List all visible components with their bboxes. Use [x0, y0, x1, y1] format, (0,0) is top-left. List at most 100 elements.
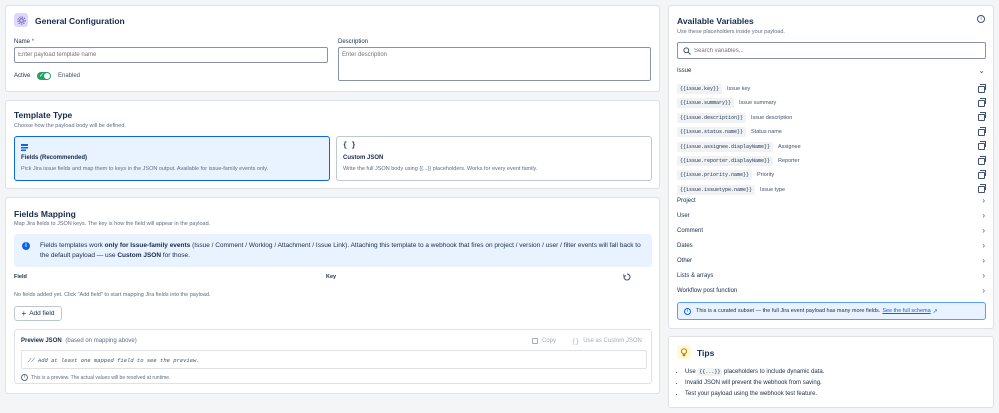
- variable-row: {{issue.assignee.displayName}} Assignee: [677, 141, 986, 153]
- variable-row: {{issue.key}} Issue key: [677, 83, 986, 95]
- active-label: Active: [14, 73, 31, 79]
- fields-mapping-subtitle: Map Jira fields to JSON keys. The key is…: [14, 221, 211, 227]
- variable-group[interactable]: User ›: [677, 209, 985, 222]
- variable-group-label: Workflow post function: [677, 287, 738, 294]
- info-text-1: Fields templates work: [40, 242, 105, 249]
- external-link-icon: ↗: [932, 308, 938, 315]
- info-icon: i: [684, 307, 691, 315]
- group-issue[interactable]: Issue ⌄: [677, 64, 985, 77]
- tip-text-after: placeholders to include dynamic data.: [722, 369, 825, 375]
- variable-label: Issue summary: [739, 100, 777, 107]
- variable-group-label: Dates: [677, 242, 693, 249]
- info-text-2: only for Issue-family events: [104, 242, 191, 249]
- option-fields[interactable]: Fields (Recommended) Pick Jira issue fie…: [14, 136, 330, 181]
- variable-code[interactable]: {{issue.assignee.displayName}}: [677, 141, 774, 152]
- variable-row: {{issue.summary}} Issue summary: [677, 97, 986, 109]
- template-type-title: Template Type: [14, 110, 73, 120]
- preview-panel: Preview JSON (based on mapping above) Co…: [14, 329, 652, 384]
- copy-icon[interactable]: [978, 126, 986, 136]
- copy-label: Copy: [542, 338, 557, 344]
- variable-group[interactable]: Lists & arrays ›: [677, 269, 985, 282]
- toggle-knob: [44, 73, 50, 79]
- variable-code[interactable]: {{issue.status.name}}: [677, 127, 747, 138]
- info-outline-icon: i: [21, 374, 28, 381]
- copy-icon[interactable]: [978, 141, 986, 151]
- preview-subtitle: (based on mapping above): [65, 338, 137, 344]
- variable-group[interactable]: Other ›: [677, 254, 985, 267]
- variable-group-label: Other: [677, 257, 693, 264]
- full-schema-link[interactable]: See the full schema: [882, 308, 930, 314]
- tip-item: Use {{...}} placeholders to include dyna…: [685, 367, 824, 378]
- description-label: Description: [338, 39, 369, 45]
- preview-code-box: // Add at least one mapped field to see …: [21, 350, 647, 369]
- column-header-key: Key: [326, 274, 337, 280]
- variable-label: Issue description: [751, 114, 793, 121]
- copy-icon: [532, 338, 538, 344]
- settings-icon: [14, 13, 28, 27]
- name-label-text: Name: [14, 39, 31, 45]
- copy-icon[interactable]: [978, 184, 986, 194]
- variable-code[interactable]: {{issue.summary}}: [677, 98, 735, 109]
- copy-icon[interactable]: [978, 97, 986, 107]
- preview-title-text: Preview JSON: [21, 338, 62, 344]
- copy-button[interactable]: Copy: [532, 335, 556, 347]
- tip-text: Use: [685, 369, 698, 375]
- variable-code[interactable]: {{issue.key}}: [677, 84, 723, 94]
- variable-label: Issue key: [727, 86, 751, 92]
- option-custom-json-desc: Write the full JSON body using {{...}} p…: [343, 166, 538, 172]
- variables-search[interactable]: [677, 42, 986, 59]
- use-as-custom-json-button[interactable]: {} Use as Custom JSON: [572, 335, 642, 347]
- template-type-card: Template Type Choose how the payload bod…: [5, 100, 660, 189]
- chevron-right-icon: ›: [982, 211, 985, 220]
- copy-icon[interactable]: [978, 112, 986, 122]
- variable-group[interactable]: Project ›: [677, 194, 985, 207]
- list-icon: [21, 144, 28, 151]
- variable-label: Reporter: [778, 158, 800, 164]
- reset-icon[interactable]: [623, 273, 631, 281]
- info-circle-icon[interactable]: i: [977, 15, 985, 23]
- variable-label: Issue type: [760, 186, 786, 193]
- group-issue-label: Issue: [677, 67, 692, 74]
- copy-icon[interactable]: [978, 155, 986, 165]
- add-field-button[interactable]: + Add field: [14, 306, 62, 321]
- name-input[interactable]: [14, 47, 328, 63]
- available-variables-card: Available Variables i Use these placehol…: [668, 5, 994, 329]
- variable-label: Status name: [751, 129, 782, 136]
- use-as-custom-json-label: Use as Custom JSON: [583, 338, 642, 344]
- copy-icon[interactable]: [978, 83, 986, 93]
- lightbulb-icon: [677, 345, 691, 359]
- chevron-down-icon: ⌄: [978, 66, 985, 75]
- required-marker: *: [31, 39, 35, 45]
- option-fields-label: Fields (Recommended): [21, 155, 88, 161]
- variable-label: Assignee: [778, 143, 801, 150]
- variable-group[interactable]: Comment ›: [677, 224, 985, 237]
- variable-code[interactable]: {{issue.priority.name}}: [677, 170, 753, 181]
- preview-title: Preview JSON (based on mapping above): [21, 338, 137, 344]
- plus-icon: +: [21, 309, 27, 318]
- add-field-label: Add field: [29, 310, 55, 317]
- copy-icon[interactable]: [978, 169, 986, 179]
- variable-group-label: Lists & arrays: [677, 272, 714, 279]
- option-fields-desc: Pick Jira issue fields and map them to k…: [21, 166, 269, 172]
- name-label: Name *: [14, 39, 34, 45]
- available-variables-title: Available Variables: [677, 16, 754, 26]
- general-configuration-card: General Configuration Name * Description…: [5, 5, 660, 92]
- curated-note: i This is a curated subset — the full Ji…: [677, 302, 986, 320]
- column-header-field: Field: [14, 274, 27, 280]
- variable-group[interactable]: Dates ›: [677, 239, 985, 252]
- info-text-4: Custom JSON: [117, 252, 162, 259]
- info-banner-text: Fields templates work only for Issue-fam…: [40, 241, 646, 261]
- available-variables-subtitle: Use these placeholders inside your paylo…: [677, 29, 785, 35]
- variable-group[interactable]: Workflow post function ›: [677, 284, 985, 297]
- variable-code[interactable]: {{issue.description}}: [677, 112, 747, 123]
- variable-code[interactable]: {{issue.reporter.displayName}}: [677, 156, 774, 166]
- tip-item: Invalid JSON will prevent the webhook fr…: [685, 378, 824, 389]
- option-custom-json[interactable]: { } Custom JSON Write the full JSON body…: [336, 136, 652, 181]
- active-toggle[interactable]: ✓: [37, 72, 51, 80]
- variables-search-input[interactable]: [694, 47, 974, 54]
- fields-mapping-card: Fields Mapping Map Jira fields to JSON k…: [5, 197, 660, 394]
- tip-item: Test your payload using the webhook test…: [685, 389, 824, 400]
- description-textarea[interactable]: [338, 47, 651, 81]
- fields-mapping-title: Fields Mapping: [14, 209, 76, 219]
- tip-text: Invalid JSON will prevent the webhook fr…: [685, 380, 822, 386]
